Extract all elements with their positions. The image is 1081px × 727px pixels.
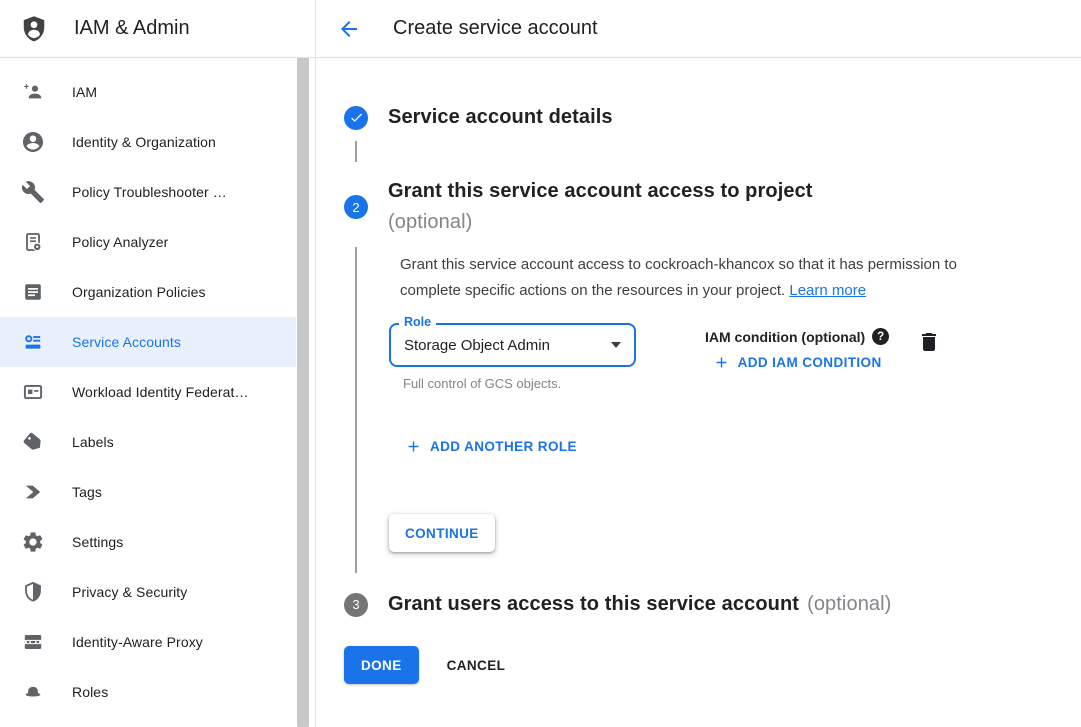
iam-condition-label: IAM condition (optional) xyxy=(705,329,865,345)
sidebar-header: IAM & Admin xyxy=(0,0,296,57)
step-3-title-text: Grant users access to this service accou… xyxy=(388,593,799,615)
sidebar-scrollbar[interactable] xyxy=(296,58,311,727)
person-add-icon xyxy=(21,80,45,104)
step-2-number-badge: 2 xyxy=(344,195,368,219)
step-3-number-badge: 3 xyxy=(344,593,368,617)
form-actions: DONE CANCEL xyxy=(344,646,1081,684)
sidebar-main-divider xyxy=(315,0,316,727)
iap-icon xyxy=(21,630,45,654)
role-select[interactable]: Storage Object Admin xyxy=(389,323,636,367)
step-1-complete-check-icon xyxy=(344,106,368,130)
sidebar-item-organization-policies[interactable]: Organization Policies xyxy=(0,267,296,317)
role-selected-value: Storage Object Admin xyxy=(404,337,611,354)
cancel-button[interactable]: CANCEL xyxy=(447,658,506,673)
sidebar-item-label: Policy Analyzer xyxy=(72,234,168,250)
roles-hat-icon xyxy=(21,680,45,704)
sidebar-item-roles[interactable]: Roles xyxy=(0,667,296,717)
sidebar-nav: IAM Identity & Organization Policy Troub… xyxy=(0,67,296,717)
policy-analyzer-icon xyxy=(21,230,45,254)
sidebar-item-label: Roles xyxy=(72,684,108,700)
step-connector xyxy=(355,141,357,162)
step-2-title: Grant this service account access to pro… xyxy=(388,176,813,207)
org-policies-icon xyxy=(21,280,45,304)
sidebar-item-policy-troubleshooter[interactable]: Policy Troubleshooter … xyxy=(0,167,296,217)
done-button[interactable]: DONE xyxy=(344,646,419,684)
sidebar-item-label: Tags xyxy=(72,484,102,500)
plus-icon xyxy=(405,438,422,455)
app-title: IAM & Admin xyxy=(74,17,190,40)
iam-condition-label-row: IAM condition (optional) ? xyxy=(705,328,889,345)
main-header: Create service account xyxy=(316,0,1081,57)
step-3-title: Grant users access to this service accou… xyxy=(388,589,891,620)
sidebar-item-label: Identity-Aware Proxy xyxy=(72,634,203,650)
sidebar-item-label: Settings xyxy=(72,534,123,550)
step-2-description: Grant this service account access to coc… xyxy=(400,252,980,304)
help-icon[interactable]: ? xyxy=(872,328,889,345)
sidebar-item-labels[interactable]: Labels xyxy=(0,417,296,467)
sidebar-item-service-accounts[interactable]: Service Accounts xyxy=(0,317,296,367)
step-2-header: 2 Grant this service account access to p… xyxy=(344,176,1081,238)
sidebar-item-label: Identity & Organization xyxy=(72,134,216,150)
create-service-account-form: Service account details 2 Grant this ser… xyxy=(316,57,1081,684)
service-accounts-icon xyxy=(21,330,45,354)
account-circle-icon xyxy=(21,130,45,154)
label-icon xyxy=(21,430,45,454)
add-another-role-label: ADD ANOTHER ROLE xyxy=(430,439,577,454)
step-1-title: Service account details xyxy=(388,102,613,133)
role-field: Role Storage Object Admin Full control o… xyxy=(389,323,636,391)
sidebar-item-policy-analyzer[interactable]: Policy Analyzer xyxy=(0,217,296,267)
sidebar-item-privacy-security[interactable]: Privacy & Security xyxy=(0,567,296,617)
back-arrow-icon[interactable] xyxy=(337,17,361,41)
step-2-description-text: Grant this service account access to coc… xyxy=(400,256,957,299)
sidebar-item-label: Organization Policies xyxy=(72,284,206,300)
step-3-optional-label: (optional) xyxy=(807,593,891,615)
gear-icon xyxy=(21,530,45,554)
role-field-label: Role xyxy=(399,315,436,329)
tag-icon xyxy=(21,480,45,504)
sidebar-item-label: IAM xyxy=(72,84,97,100)
sidebar-item-identity-aware-proxy[interactable]: Identity-Aware Proxy xyxy=(0,617,296,667)
plus-icon xyxy=(713,354,730,371)
main-panel: Create service account Service account d… xyxy=(316,0,1081,727)
step-2-optional-label: (optional) xyxy=(388,207,813,238)
sidebar-item-tags[interactable]: Tags xyxy=(0,467,296,517)
scrollbar-thumb[interactable] xyxy=(297,58,309,727)
step-3-header: 3 Grant users access to this service acc… xyxy=(344,589,1081,620)
header-divider xyxy=(0,57,1081,58)
step-2-content: Grant this service account access to coc… xyxy=(355,247,1081,573)
learn-more-link[interactable]: Learn more xyxy=(789,282,866,299)
delete-role-button[interactable] xyxy=(917,330,941,354)
sidebar-item-identity-organization[interactable]: Identity & Organization xyxy=(0,117,296,167)
add-iam-condition-label: ADD IAM CONDITION xyxy=(738,355,882,370)
continue-button[interactable]: CONTINUE xyxy=(389,514,495,552)
step-1-header: Service account details xyxy=(344,102,1081,133)
sidebar-item-label: Labels xyxy=(72,434,114,450)
wrench-icon xyxy=(21,180,45,204)
sidebar-item-iam[interactable]: IAM xyxy=(0,67,296,117)
workload-identity-icon xyxy=(21,380,45,404)
chevron-down-icon xyxy=(611,342,621,348)
sidebar: IAM & Admin IAM Identity & Organization … xyxy=(0,0,296,727)
add-iam-condition-button[interactable]: ADD IAM CONDITION xyxy=(713,354,882,371)
sidebar-item-workload-identity-federation[interactable]: Workload Identity Federat… xyxy=(0,367,296,417)
page-title: Create service account xyxy=(393,17,598,40)
iam-condition-column: IAM condition (optional) ? ADD IAM CONDI… xyxy=(705,323,889,371)
shield-half-icon xyxy=(21,580,45,604)
role-helper-text: Full control of GCS objects. xyxy=(403,376,636,391)
add-another-role-button[interactable]: ADD ANOTHER ROLE xyxy=(405,438,577,455)
sidebar-item-label: Workload Identity Federat… xyxy=(72,384,249,400)
sidebar-item-label: Policy Troubleshooter … xyxy=(72,184,227,200)
sidebar-item-settings[interactable]: Settings xyxy=(0,517,296,567)
step-2-title-block: Grant this service account access to pro… xyxy=(388,176,813,238)
sidebar-item-label: Service Accounts xyxy=(72,334,181,350)
role-row: Role Storage Object Admin Full control o… xyxy=(389,323,1081,391)
sidebar-item-label: Privacy & Security xyxy=(72,584,187,600)
iam-admin-shield-icon xyxy=(19,13,49,45)
